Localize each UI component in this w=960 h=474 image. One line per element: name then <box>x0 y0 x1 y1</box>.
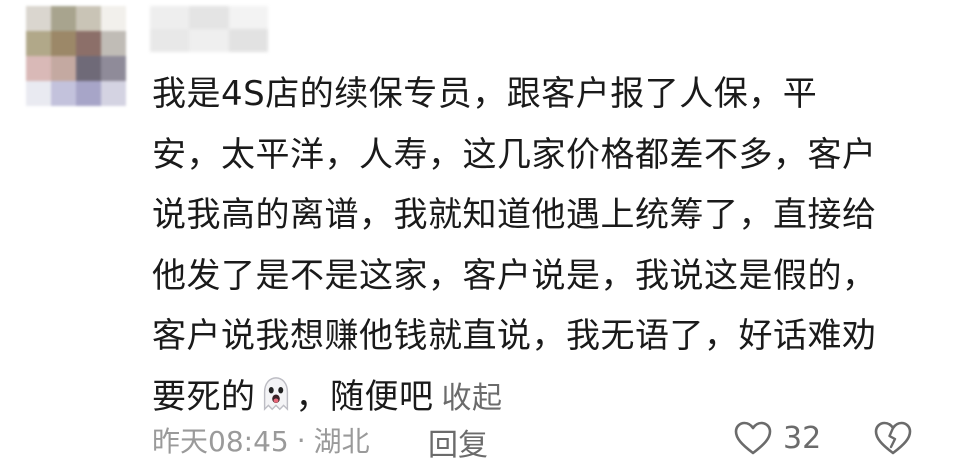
comment-line-prefix: 要死的 <box>152 377 256 417</box>
comment-line: 客户说我想赚他钱就直说，我无语了，好话难劝 <box>152 306 922 367</box>
avatar-pixel <box>101 81 126 106</box>
avatar-pixel <box>101 31 126 56</box>
comment-line: 我是4S店的续保专员，跟客户报了人保，平 <box>152 64 922 125</box>
avatar-pixel <box>51 6 76 31</box>
meta-separator: · <box>297 424 306 457</box>
avatar-pixel <box>51 81 76 106</box>
avatar-pixel <box>26 56 51 81</box>
username-pixel <box>229 6 268 29</box>
reply-button[interactable]: 回复 <box>428 420 488 464</box>
comment-line-suffix: ，随便吧 <box>296 377 434 417</box>
comment-last-line: 要死的 ，随便吧收起 <box>152 367 922 428</box>
avatar-pixel <box>51 31 76 56</box>
comment-time: 昨天08:45 <box>152 420 289 460</box>
username-pixel <box>189 6 228 29</box>
comment-location: 湖北 <box>314 420 370 460</box>
avatar-pixel <box>26 31 51 56</box>
avatar-pixel <box>26 81 51 106</box>
username-pixel <box>189 29 228 52</box>
username-pixel <box>150 6 189 29</box>
heart-icon <box>733 420 773 456</box>
avatar-pixel <box>51 56 76 81</box>
avatar-pixel <box>101 56 126 81</box>
like-button[interactable]: 32 <box>733 420 821 456</box>
username-pixel <box>229 29 268 52</box>
comment-line: 他发了是不是这家，客户说是，我说这是假的， <box>152 246 922 307</box>
comment-meta: 昨天08:45 · 湖北 <box>152 420 370 460</box>
broken-heart-icon <box>873 420 913 456</box>
username-blurred[interactable] <box>150 6 268 52</box>
avatar-pixel <box>76 31 101 56</box>
comment-line: 说我高的离谱，我就知道他遇上统筹了，直接给 <box>152 185 922 246</box>
avatar[interactable] <box>26 6 126 106</box>
like-count: 32 <box>783 421 821 456</box>
collapse-button[interactable]: 收起 <box>442 381 503 416</box>
dislike-button[interactable] <box>873 420 913 460</box>
avatar-pixel <box>76 6 101 31</box>
avatar-pixel <box>76 81 101 106</box>
avatar-pixel <box>101 6 126 31</box>
comment-line: 安，太平洋，人寿，这几家价格都差不多，客户 <box>152 125 922 186</box>
avatar-pixel <box>26 6 51 31</box>
username-pixel <box>150 29 189 52</box>
comment-text: 我是4S店的续保专员，跟客户报了人保，平 安，太平洋，人寿，这几家价格都差不多，… <box>152 64 922 427</box>
avatar-pixel <box>76 56 101 81</box>
ghost-emoji-icon <box>257 375 295 413</box>
